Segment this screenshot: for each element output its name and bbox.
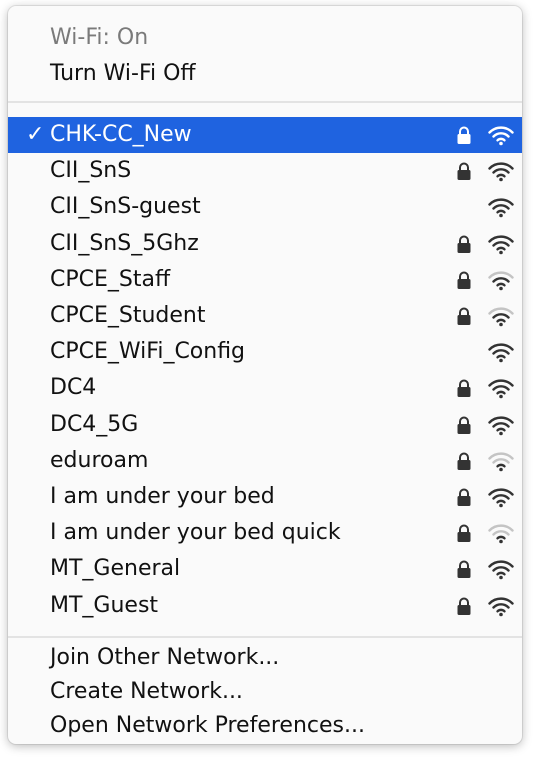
network-name: I am under your bed quick — [50, 520, 341, 546]
turn-wifi-off-item[interactable]: Turn Wi-Fi Off — [8, 56, 522, 92]
join-other-network-label: Join Other Network... — [50, 645, 280, 670]
lock-icon — [457, 126, 471, 144]
network-item[interactable]: CII_SnS_5Ghz — [8, 226, 522, 262]
network-name: CPCE_WiFi_Config — [50, 339, 246, 365]
network-name: CHK-CC_New — [50, 122, 192, 147]
lock-icon — [457, 416, 471, 434]
network-name: CII_SnS — [50, 158, 132, 184]
turn-wifi-off-label: Turn Wi-Fi Off — [50, 61, 196, 86]
network-item[interactable]: CII_SnS — [8, 153, 522, 189]
wifi-signal-icon — [488, 126, 514, 146]
network-item[interactable]: CII_SnS-guest — [8, 189, 522, 225]
wifi-signal-icon — [488, 560, 514, 580]
lock-icon — [457, 488, 471, 506]
wifi-signal-icon — [488, 271, 514, 291]
join-other-network-item[interactable]: Join Other Network... — [8, 640, 522, 676]
lock-icon — [457, 597, 471, 615]
wifi-status-row: Wi-Fi: On — [8, 20, 522, 56]
wifi-signal-icon — [488, 488, 514, 508]
lock-icon — [457, 379, 471, 398]
network-item[interactable]: CPCE_WiFi_Config — [8, 334, 522, 370]
wifi-menu: Wi-Fi: On Turn Wi-Fi Off ✓ CHK-CC_New CII_… — [8, 6, 522, 744]
wifi-status-text: Wi-Fi: On — [50, 25, 149, 50]
network-name: CII_SnS_5Ghz — [50, 230, 199, 256]
network-name: DC4 — [50, 375, 97, 401]
network-item[interactable]: MT_General — [8, 551, 522, 587]
network-name: MT_General — [50, 556, 181, 582]
network-item[interactable]: I am under your bed — [8, 479, 522, 515]
network-item[interactable]: I am under your bed quick — [8, 515, 522, 551]
wifi-signal-icon — [488, 597, 514, 616]
network-item[interactable]: CPCE_Staff — [8, 262, 522, 298]
network-name: CPCE_Student — [50, 303, 206, 328]
checkmark-icon: ✓ — [26, 122, 45, 147]
open-network-preferences-item[interactable]: Open Network Preferences... — [8, 708, 522, 744]
lock-icon — [457, 560, 471, 579]
wifi-signal-icon — [488, 235, 514, 254]
network-item[interactable]: ✓ CHK-CC_New — [8, 117, 522, 153]
network-name: I am under your bed — [50, 484, 275, 509]
wifi-signal-icon — [488, 379, 514, 399]
wifi-signal-icon — [488, 162, 514, 182]
network-name: DC4_5G — [50, 411, 139, 437]
separator-top — [8, 101, 522, 103]
wifi-signal-icon — [488, 307, 514, 327]
lock-icon — [457, 162, 471, 181]
network-name: CPCE_Staff — [50, 266, 171, 292]
open-network-preferences-label: Open Network Preferences... — [50, 713, 365, 738]
network-name: eduroam — [50, 447, 149, 473]
wifi-signal-icon — [488, 198, 514, 218]
lock-icon — [457, 452, 471, 470]
network-item[interactable]: DC4_5G — [8, 407, 522, 443]
lock-icon — [457, 524, 471, 543]
create-network-label: Create Network... — [50, 679, 243, 704]
lock-icon — [457, 235, 471, 253]
network-item[interactable]: CPCE_Student — [8, 298, 522, 334]
wifi-signal-icon — [488, 343, 514, 363]
create-network-item[interactable]: Create Network... — [8, 674, 522, 710]
wifi-signal-icon — [488, 416, 514, 435]
wifi-signal-icon — [488, 524, 514, 544]
network-item[interactable]: MT_Guest — [8, 588, 522, 624]
separator-bottom — [8, 636, 522, 638]
network-item[interactable]: eduroam — [8, 443, 522, 479]
wifi-signal-icon — [488, 452, 514, 472]
network-item[interactable]: DC4 — [8, 370, 522, 406]
network-name: CII_SnS-guest — [50, 194, 201, 220]
network-name: MT_Guest — [50, 592, 159, 618]
lock-icon — [457, 307, 471, 325]
lock-icon — [457, 271, 471, 289]
